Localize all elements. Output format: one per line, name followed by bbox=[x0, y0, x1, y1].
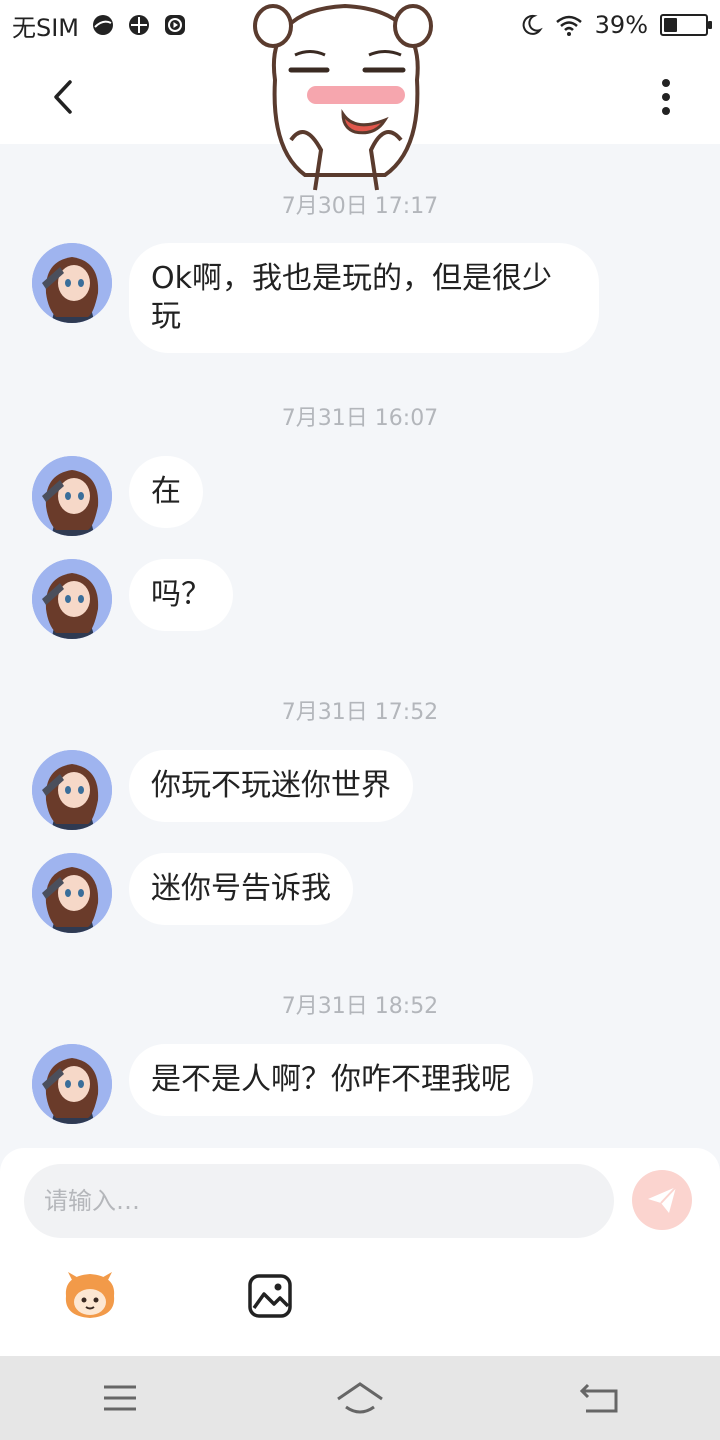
message-row: 是不是人啊？你咋不理我呢 bbox=[32, 1044, 533, 1124]
battery-icon bbox=[660, 14, 712, 36]
message-row: 迷你号告诉我 bbox=[32, 853, 353, 933]
emoji-button[interactable] bbox=[60, 1270, 120, 1322]
nav-menu-button[interactable] bbox=[90, 1376, 150, 1420]
more-button[interactable] bbox=[642, 73, 690, 121]
message-bubble[interactable]: 是不是人啊？你咋不理我呢 bbox=[129, 1044, 533, 1116]
message-list[interactable]: 7月30日 17:17 Ok啊，我也是玩的，但是很少玩 7月31日 16:07 … bbox=[0, 144, 720, 1148]
menu-icon bbox=[104, 1385, 136, 1411]
send-button[interactable] bbox=[632, 1170, 692, 1230]
timestamp: 7月31日 17:52 bbox=[281, 700, 439, 725]
message-input[interactable] bbox=[24, 1164, 614, 1238]
nav-back-button[interactable] bbox=[570, 1376, 630, 1420]
home-icon bbox=[337, 1382, 383, 1414]
avatar[interactable] bbox=[32, 750, 112, 830]
back-icon bbox=[580, 1383, 618, 1413]
avatar-illustration bbox=[32, 750, 112, 830]
system-nav-bar bbox=[0, 1356, 720, 1440]
paper-plane-icon bbox=[648, 1186, 677, 1213]
avatar-illustration bbox=[32, 243, 112, 323]
message-row: 你玩不玩迷你世界 bbox=[32, 750, 413, 830]
message-bubble[interactable]: 迷你号告诉我 bbox=[129, 853, 353, 925]
battery-fill bbox=[664, 18, 678, 32]
battery-percent: 39% bbox=[594, 11, 648, 39]
status-left: 无SIM bbox=[12, 8, 187, 43]
timestamp: 7月31日 18:52 bbox=[281, 994, 439, 1019]
avatar[interactable] bbox=[32, 243, 112, 323]
back-button[interactable] bbox=[40, 73, 88, 121]
mascot-emoji-icon bbox=[65, 1272, 115, 1318]
carrier-label: 无SIM bbox=[12, 13, 80, 42]
more-vertical-icon bbox=[662, 79, 670, 115]
avatar[interactable] bbox=[32, 559, 112, 639]
avatar-illustration bbox=[32, 559, 112, 639]
pinwheel-icon bbox=[129, 15, 150, 35]
image-icon bbox=[248, 1274, 292, 1318]
message-bubble[interactable]: 你玩不玩迷你世界 bbox=[129, 750, 413, 822]
message-bubble[interactable]: 吗？ bbox=[129, 559, 233, 631]
chevron-left-icon bbox=[54, 80, 72, 114]
avatar[interactable] bbox=[32, 456, 112, 536]
message-row: Ok啊，我也是玩的，但是很少玩 bbox=[32, 243, 599, 353]
status-right: 39% bbox=[519, 11, 712, 39]
message-row: 吗？ bbox=[32, 559, 233, 639]
wifi-icon bbox=[555, 15, 582, 36]
message-row: 在 bbox=[32, 456, 203, 536]
avatar-illustration bbox=[32, 456, 112, 536]
avatar-illustration bbox=[32, 1044, 112, 1124]
image-button[interactable] bbox=[246, 1272, 294, 1320]
avatar-illustration bbox=[32, 853, 112, 933]
timestamp: 7月31日 16:07 bbox=[281, 406, 439, 431]
chat-screen: 无SIM 39% 7月30日 17:17 Ok啊，我也是玩的，但是很少玩 7月3… bbox=[0, 0, 720, 1440]
message-bubble[interactable]: Ok啊，我也是玩的，但是很少玩 bbox=[129, 243, 599, 353]
moon-icon bbox=[522, 14, 543, 35]
nav-home-button[interactable] bbox=[330, 1376, 390, 1420]
avatar[interactable] bbox=[32, 1044, 112, 1124]
composer bbox=[0, 1148, 720, 1356]
message-bubble[interactable]: 在 bbox=[129, 456, 203, 528]
bear-sticker bbox=[253, 3, 433, 191]
avatar[interactable] bbox=[32, 853, 112, 933]
browser-icon bbox=[93, 15, 114, 35]
play-icon bbox=[165, 15, 186, 35]
